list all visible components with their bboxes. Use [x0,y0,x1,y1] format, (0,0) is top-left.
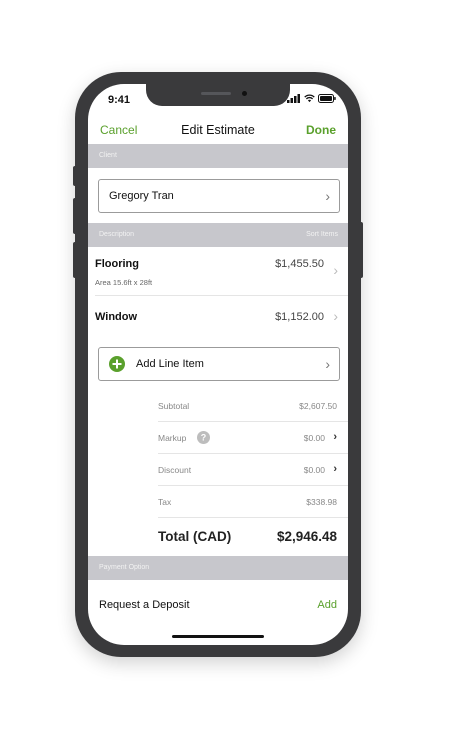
line-item-subtitle: Area 15.6ft x 28ft [95,278,153,287]
markup-value: $0.00 [303,433,325,443]
chevron-right-icon: › [333,262,338,278]
chevron-right-icon: › [325,188,330,204]
chevron-right-icon: › [333,308,338,324]
divider [158,517,348,518]
description-section-label: Description [99,231,135,238]
home-indicator[interactable] [172,635,264,638]
line-item-amount: $1,455.50 [275,258,324,270]
discount-row[interactable]: Discount $0.00 › [158,454,348,485]
line-item-window[interactable]: Window $1,152.00 › [88,296,348,340]
chevron-right-icon: › [333,431,337,443]
speaker [201,92,231,95]
subtotal-value: $2,607.50 [299,401,337,411]
help-icon[interactable]: ? [197,431,210,444]
phone-screen: 9:41 Cancel Edit Estimate Done Client Gr… [88,84,348,645]
markup-row[interactable]: Markup ? $0.00 › [158,422,348,453]
markup-label: Markup [158,433,187,443]
add-line-item-label: Add Line Item [136,358,204,370]
tax-label: Tax [158,497,172,507]
status-icons [287,94,336,103]
line-item-title: Window [95,311,138,323]
description-section-header: Description Sort Items [88,223,348,247]
line-item-flooring[interactable]: Flooring Area 15.6ft x 28ft $1,455.50 › [88,247,348,295]
discount-label: Discount [158,465,192,475]
signal-icon [287,94,300,103]
payment-section-header: Payment Option [88,556,348,580]
subtotal-label: Subtotal [158,401,190,411]
payment-section-label: Payment Option [99,564,150,571]
status-time: 9:41 [108,94,131,106]
side-button-power [359,222,363,278]
request-deposit-label: Request a Deposit [99,599,190,611]
side-button-volume-down [73,242,77,278]
client-name: Gregory Tran [109,190,174,202]
battery-icon [318,94,336,103]
side-button-mute [73,166,77,186]
wifi-icon [304,94,315,103]
sort-items-button[interactable]: Sort Items [306,231,338,238]
line-item-title: Flooring [95,258,139,270]
svg-text:?: ? [201,433,207,443]
chevron-right-icon: › [325,356,330,372]
divider [158,485,348,486]
add-line-item-button[interactable]: Add Line Item › [98,347,340,381]
camera [242,91,247,96]
add-deposit-button[interactable]: Add [317,599,337,611]
client-section-header: Client [88,144,348,168]
client-selector[interactable]: Gregory Tran › [98,179,340,213]
notch [146,84,290,106]
side-button-volume-up [73,198,77,234]
chevron-right-icon: › [333,463,337,475]
total-label: Total (CAD) [158,529,232,544]
done-button[interactable]: Done [306,123,336,137]
client-section-label: Client [99,152,117,159]
add-circle-icon [109,356,125,372]
line-item-amount: $1,152.00 [275,311,324,323]
tax-value: $338.98 [306,497,337,507]
total-value: $2,946.48 [276,529,337,544]
discount-value: $0.00 [303,465,325,475]
